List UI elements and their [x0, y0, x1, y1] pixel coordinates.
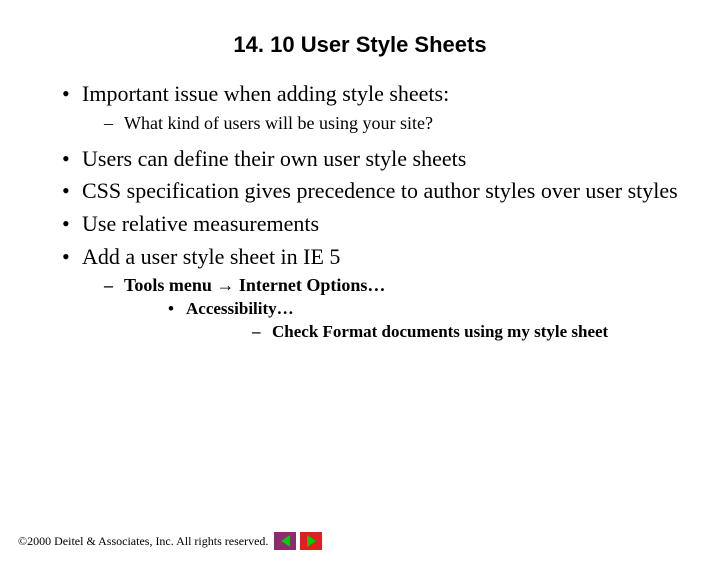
nav-arrows — [274, 532, 322, 550]
subbullet-what-kind-of-users: What kind of users will be using your si… — [82, 111, 680, 135]
prev-button[interactable] — [274, 532, 296, 550]
bullet-text-pre: Tools menu — [124, 275, 216, 295]
slide-body: Important issue when adding style sheets… — [0, 80, 720, 343]
subbullet-tools-internet-options: Tools menu → Internet Options… Accessibi… — [82, 273, 680, 343]
bullet-text-post: Internet Options… — [234, 275, 385, 295]
bullet-text: Check Format documents using my style sh… — [272, 322, 608, 341]
bullet-css-precedence: CSS specification gives precedence to au… — [56, 177, 680, 206]
footer: © 2000 Deitel & Associates, Inc. All rig… — [18, 532, 702, 550]
bullet-text: Important issue when adding style sheets… — [82, 81, 449, 106]
copyright-symbol: © — [18, 534, 27, 549]
bullet-add-user-stylesheet-ie5: Add a user style sheet in IE 5 Tools men… — [56, 243, 680, 344]
bullet-text: Add a user style sheet in IE 5 — [82, 244, 340, 269]
bullet-text: Users can define their own user style sh… — [82, 146, 466, 171]
copyright-text: 2000 Deitel & Associates, Inc. All right… — [27, 534, 268, 549]
bullet-users-define-own: Users can define their own user style sh… — [56, 145, 680, 174]
bullet-text: Accessibility… — [186, 299, 294, 318]
subbullet-check-format-documents: Check Format documents using my style sh… — [186, 321, 680, 344]
bullet-text: Use relative measurements — [82, 211, 319, 236]
slide-title: 14. 10 User Style Sheets — [0, 32, 720, 58]
bullet-relative-measurements: Use relative measurements — [56, 210, 680, 239]
bullet-text: What kind of users will be using your si… — [124, 113, 433, 133]
bullet-important-issue: Important issue when adding style sheets… — [56, 80, 680, 135]
bullet-text: CSS specification gives precedence to au… — [82, 178, 678, 203]
triangle-left-icon — [281, 535, 290, 547]
arrow-right-icon: → — [216, 275, 234, 295]
triangle-right-icon — [307, 535, 316, 547]
next-button[interactable] — [300, 532, 322, 550]
subbullet-accessibility: Accessibility… Check Format documents us… — [124, 298, 680, 344]
